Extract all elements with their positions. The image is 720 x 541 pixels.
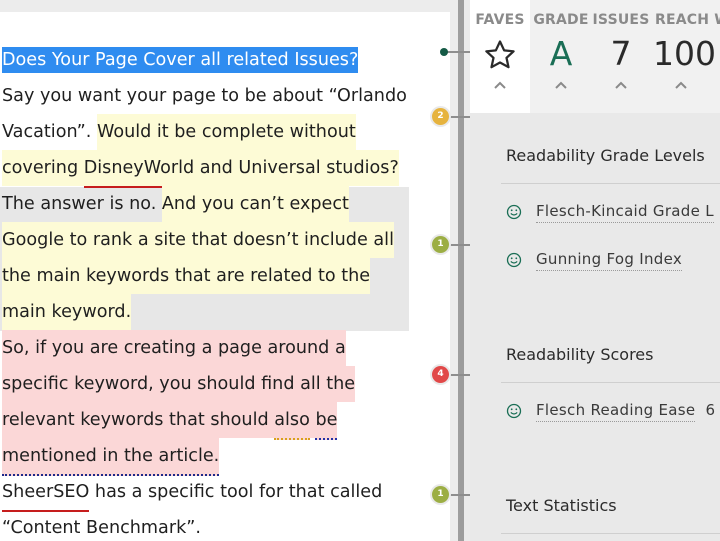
text-segment: covering xyxy=(2,150,84,186)
stat-grade[interactable]: GRADE A xyxy=(530,0,592,113)
section-title-text-statistics: Text Statistics xyxy=(506,496,617,515)
text-segment: relevant keywords that should xyxy=(2,402,275,438)
text-segment: Does Your Page Cover all related Issues? xyxy=(2,47,359,73)
text-line[interactable]: Vacation”. Would it be complete without xyxy=(2,114,356,150)
grade-value: A xyxy=(549,34,573,73)
current-line-dot xyxy=(440,48,448,56)
text-line[interactable]: “Content Benchmark”. xyxy=(2,510,201,541)
reach-value: 100 xyxy=(653,34,716,73)
metric-flesch-kincaid[interactable]: Flesch-Kincaid Grade L xyxy=(506,201,714,223)
text-line[interactable]: SheerSEO has a specific tool for that ca… xyxy=(2,474,383,512)
metric-label: Gunning Fog Index xyxy=(536,250,683,271)
stats-header: FAVES GRADE A ISSUES 7 REACH 100 xyxy=(470,0,720,113)
text-line[interactable]: covering DisneyWorld and Universal studi… xyxy=(2,150,399,188)
text-editor[interactable]: Does Your Page Cover all related Issues?… xyxy=(0,0,450,541)
section-title-readability-scores: Readability Scores xyxy=(506,345,654,364)
text-segment: The answer is no. xyxy=(2,194,162,214)
text-segment: So, if you are creating a page around a xyxy=(2,330,346,366)
text-segment: main keyword. xyxy=(2,294,132,330)
stat-reach[interactable]: REACH W 100 xyxy=(650,0,720,113)
section-divider xyxy=(501,183,720,184)
chevron-up-icon[interactable] xyxy=(530,78,592,92)
metric-label: Flesch-Kincaid Grade L xyxy=(536,202,714,223)
stat-label: FAVES xyxy=(475,12,525,28)
text-line[interactable]: Google to rank a site that doesn’t inclu… xyxy=(2,222,394,258)
text-segment: DisneyWorld xyxy=(83,150,195,188)
smile-icon xyxy=(506,204,522,219)
text-line[interactable]: mentioned in the article. xyxy=(2,438,220,476)
text-segment: Google to rank a site that doesn’t inclu… xyxy=(2,222,394,258)
chevron-up-icon[interactable] xyxy=(592,78,650,92)
text-line[interactable]: Does Your Page Cover all related Issues? xyxy=(2,42,359,78)
star-icon[interactable] xyxy=(470,34,530,81)
smile-icon xyxy=(506,252,522,267)
chevron-up-icon[interactable] xyxy=(675,78,720,92)
gutter-divider[interactable] xyxy=(458,0,464,541)
metric-label: Flesch Reading Ease xyxy=(536,401,696,422)
text-segment: and Universal studios? xyxy=(194,150,399,186)
section-divider xyxy=(501,382,720,383)
issue-marker[interactable]: 2 xyxy=(432,108,449,125)
text-line[interactable]: main keyword. xyxy=(2,294,132,330)
metric-gunning-fog[interactable]: Gunning Fog Index xyxy=(506,249,683,271)
metric-flesch-reading-ease[interactable]: Flesch Reading Ease 6 xyxy=(506,400,715,422)
text-segment: has a specific tool for that called xyxy=(89,482,383,502)
text-segment: specific keyword, you should find all th… xyxy=(2,366,356,402)
text-segment: Say you want your page to be about “Orla… xyxy=(2,86,407,106)
stat-label: GRADE xyxy=(533,12,589,28)
text-segment: be xyxy=(315,402,338,440)
text-segment: “Content Benchmark”. xyxy=(2,518,201,538)
stat-issues[interactable]: ISSUES 7 xyxy=(592,0,650,113)
chevron-up-icon[interactable] xyxy=(470,78,530,92)
smile-icon xyxy=(506,403,522,418)
text-segment: Vacation”. xyxy=(2,122,97,142)
issue-marker[interactable]: 1 xyxy=(432,236,449,253)
stat-label: REACH W xyxy=(655,12,720,28)
text-segment: also xyxy=(274,402,310,440)
text-line[interactable]: Say you want your page to be about “Orla… xyxy=(2,78,407,114)
issue-marker[interactable]: 4 xyxy=(432,366,449,383)
issues-value: 7 xyxy=(610,34,632,73)
text-line[interactable]: relevant keywords that should also be xyxy=(2,402,338,440)
section-title-grade-levels: Readability Grade Levels xyxy=(506,146,705,165)
text-line[interactable]: The answer is no. And you can’t expect xyxy=(2,186,349,222)
text-segment: the main keywords that are related to th… xyxy=(2,258,371,294)
text-line[interactable]: specific keyword, you should find all th… xyxy=(2,366,356,402)
text-line[interactable]: the main keywords that are related to th… xyxy=(2,258,371,294)
text-line[interactable]: So, if you are creating a page around a xyxy=(2,330,346,366)
analysis-panel: FAVES GRADE A ISSUES 7 REACH 100 Readabi… xyxy=(470,0,720,541)
section-divider xyxy=(501,533,720,534)
text-segment: And you can’t expect xyxy=(161,186,349,222)
stat-faves[interactable]: FAVES xyxy=(470,0,530,113)
metric-value: 6 xyxy=(705,401,715,419)
issue-marker[interactable]: 1 xyxy=(432,486,449,503)
stat-label: ISSUES xyxy=(592,12,650,28)
text-segment: mentioned in the article. xyxy=(2,438,220,476)
text-segment: Would it be complete without xyxy=(96,114,356,150)
text-segment: SheerSEO xyxy=(2,474,90,512)
